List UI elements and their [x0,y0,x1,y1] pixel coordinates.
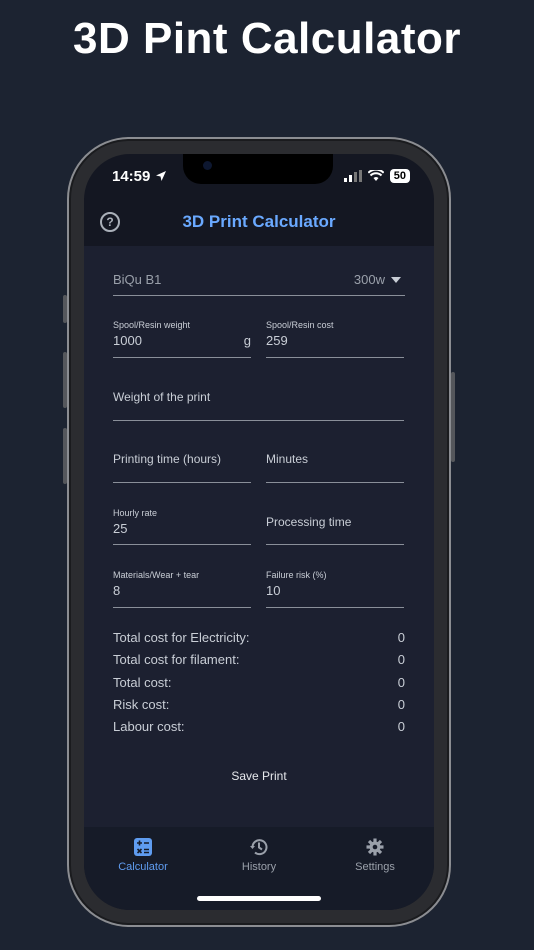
failure-risk-field[interactable]: Failure risk (%) 10 [266,570,404,608]
processing-time-placeholder: Processing time [266,515,352,529]
app-title: 3D Print Calculator [182,212,336,231]
power-button [451,372,455,462]
save-print-button[interactable]: Save Print [84,769,434,783]
page-headline: 3D Pint Calculator [73,14,461,63]
app-bar: ? 3D Print Calculator [84,198,434,246]
summary-value: 0 [397,697,405,712]
summary-label: Total cost: [113,675,172,690]
print-weight-field[interactable]: Weight of the print [113,382,404,421]
phone-screen: 14:59 50 ? 3D Print Calculator BiQu B1 3… [84,154,434,910]
print-minutes-field[interactable]: Minutes [266,444,404,483]
print-hours-field[interactable]: Printing time (hours) [113,444,251,483]
volume-down-button [63,428,67,484]
spool-weight-value: 1000 [113,333,142,348]
printer-name: BiQu B1 [113,272,162,287]
history-icon [250,839,268,856]
chevron-down-icon [391,277,401,283]
summary-value: 0 [397,630,405,645]
status-bar: 14:59 50 [84,168,434,188]
calculator-icon [134,838,152,856]
summary-value: 0 [397,719,405,734]
gear-icon [366,838,384,856]
materials-wear-label: Materials/Wear + tear [113,570,200,580]
spool-weight-label: Spool/Resin weight [113,320,191,330]
battery-indicator: 50 [389,169,410,183]
tab-calculator[interactable]: Calculator [93,837,193,873]
hourly-rate-value: 25 [113,521,128,536]
volume-up-button [63,352,67,408]
hourly-rate-field[interactable]: Hourly rate 25 [113,508,251,545]
home-indicator [197,896,321,901]
materials-wear-value: 8 [113,583,121,598]
summary-label: Labour cost: [113,719,185,734]
mute-switch [63,295,67,323]
summary-value: 0 [397,675,405,690]
status-time: 14:59 [112,168,167,185]
tab-history-label: History [241,861,277,873]
tab-history[interactable]: History [209,837,309,873]
summary-label: Risk cost: [113,697,170,712]
tab-settings-label: Settings [355,861,395,873]
wifi-icon [367,170,384,181]
location-arrow-icon [155,171,166,181]
print-hours-placeholder: Printing time (hours) [113,452,222,466]
processing-time-field[interactable]: Processing time [266,508,404,545]
materials-wear-field[interactable]: Materials/Wear + tear 8 [113,570,251,608]
spool-cost-value: 259 [266,333,288,348]
failure-risk-label: Failure risk (%) [266,570,327,580]
spool-weight-unit: g [243,333,251,348]
hourly-rate-label: Hourly rate [113,508,158,518]
calculator-form: BiQu B1 300w Spool/Resin weight 1000 g S… [84,246,434,827]
cellular-signal-icon [343,170,362,182]
failure-risk-value: 10 [266,583,281,598]
tab-settings[interactable]: Settings [325,837,425,873]
print-weight-placeholder: Weight of the print [113,390,211,404]
printer-power: 300w [353,272,385,287]
print-minutes-placeholder: Minutes [266,452,309,466]
summary-label: Total cost for Electricity: [113,630,250,645]
summary-value: 0 [397,652,405,667]
summary-label: Total cost for filament: [113,652,240,667]
spool-cost-label: Spool/Resin cost [266,320,334,330]
spool-weight-field[interactable]: Spool/Resin weight 1000 g [113,320,251,358]
tab-calculator-label: Calculator [118,861,168,873]
printer-select[interactable]: BiQu B1 300w [113,272,405,296]
spool-cost-field[interactable]: Spool/Resin cost 259 [266,320,404,358]
